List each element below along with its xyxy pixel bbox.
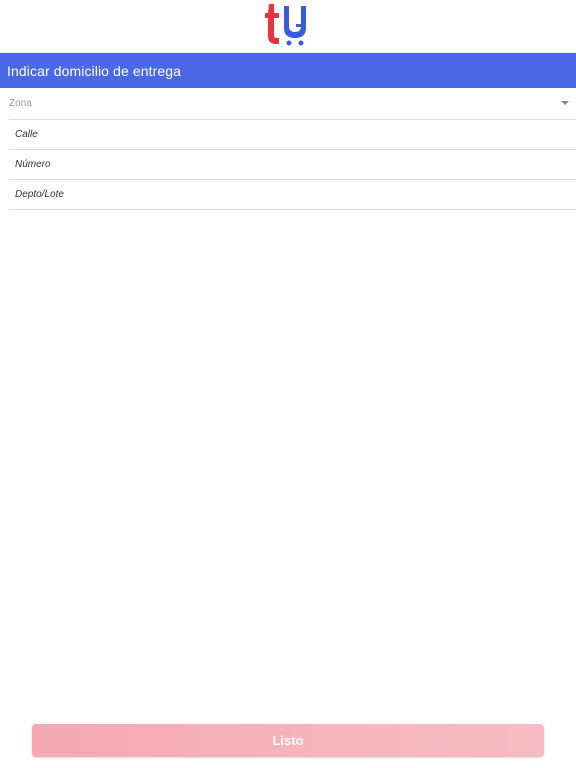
depto-field-row <box>9 180 576 210</box>
logo-bar <box>0 0 576 52</box>
done-button[interactable]: Listo <box>32 724 544 757</box>
chevron-down-icon <box>561 101 569 105</box>
page-title: Indicar domicilio de entrega <box>7 62 182 79</box>
brand-logo-icon <box>265 4 306 46</box>
numero-field-row <box>9 150 576 180</box>
header-bar: Indicar domicilio de entrega <box>0 53 576 88</box>
zona-select-value: Zona <box>9 98 32 109</box>
address-form: Zona <box>9 88 576 210</box>
zona-select[interactable]: Zona <box>9 88 576 120</box>
numero-input[interactable] <box>9 150 576 179</box>
depto-lote-input[interactable] <box>9 180 576 209</box>
calle-field-row <box>9 120 576 150</box>
delivery-address-screen: Indicar domicilio de entrega Zona Listo <box>0 0 576 768</box>
calle-input[interactable] <box>9 120 576 149</box>
